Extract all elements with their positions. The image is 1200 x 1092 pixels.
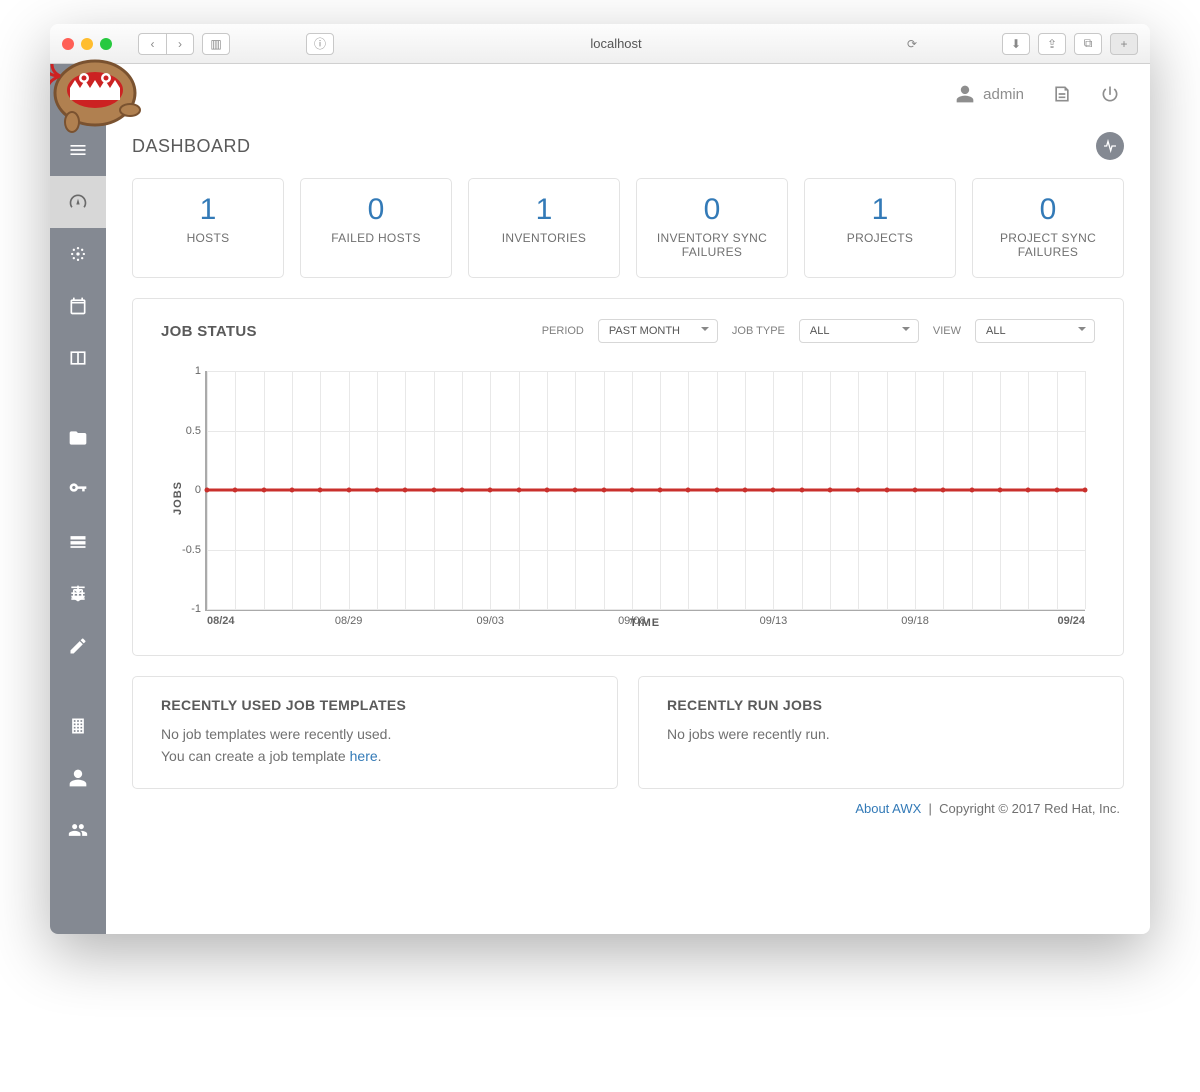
job-status-title: JOB STATUS bbox=[161, 323, 257, 340]
browser-address[interactable]: localhost bbox=[462, 36, 770, 51]
user-icon bbox=[955, 84, 975, 104]
chart-xtick: 09/24 bbox=[1057, 615, 1085, 627]
chart-ytick: -1 bbox=[167, 603, 201, 615]
sidebar-item-templates[interactable] bbox=[50, 620, 106, 672]
chart-ytick: 0 bbox=[167, 484, 201, 496]
browser-info-button[interactable]: ⓘ bbox=[306, 33, 334, 55]
chart-xtick: 09/18 bbox=[901, 615, 929, 627]
sidebar bbox=[50, 64, 106, 934]
chart-xtick: 09/08 bbox=[618, 615, 646, 627]
stat-label: PROJECT SYNC FAILURES bbox=[981, 231, 1115, 259]
chart-xtick: 08/24 bbox=[207, 615, 235, 627]
period-label: PERIOD bbox=[542, 325, 584, 337]
about-link[interactable]: About AWX bbox=[855, 801, 921, 816]
view-select[interactable]: ALL bbox=[975, 319, 1095, 343]
stat-label: INVENTORIES bbox=[477, 231, 611, 245]
stat-label: FAILED HOSTS bbox=[309, 231, 443, 245]
stat-card[interactable]: 1 INVENTORIES bbox=[468, 178, 620, 278]
recent-templates-panel: RECENTLY USED JOB TEMPLATES No job templ… bbox=[132, 676, 618, 789]
docs-icon[interactable] bbox=[1052, 84, 1072, 104]
awx-logo bbox=[50, 38, 150, 138]
job-status-panel: JOB STATUS PERIOD PAST MONTH JOB TYPE AL… bbox=[132, 298, 1124, 656]
sidebar-item-schedules[interactable] bbox=[50, 280, 106, 332]
activity-icon bbox=[1102, 138, 1118, 154]
user-menu[interactable]: admin bbox=[955, 84, 1024, 104]
chart-xtick: 09/03 bbox=[476, 615, 504, 627]
sidebar-item-dashboard[interactable] bbox=[50, 176, 106, 228]
chart-xtick: 08/29 bbox=[335, 615, 363, 627]
sidebar-item-jobs[interactable] bbox=[50, 228, 106, 280]
sidebar-item-portal[interactable] bbox=[50, 332, 106, 384]
sidebar-item-credentials[interactable] bbox=[50, 464, 106, 516]
period-select[interactable]: PAST MONTH bbox=[598, 319, 718, 343]
browser-sidebar-button[interactable]: ▥ bbox=[202, 33, 230, 55]
footer: About AWX | Copyright © 2017 Red Hat, In… bbox=[132, 789, 1124, 818]
stat-card[interactable]: 0 INVENTORY SYNC FAILURES bbox=[636, 178, 788, 278]
stat-card[interactable]: 1 HOSTS bbox=[132, 178, 284, 278]
chart-ytick: 1 bbox=[167, 365, 201, 377]
recent-jobs-panel: RECENTLY RUN JOBS No jobs were recently … bbox=[638, 676, 1124, 789]
recent-templates-empty-1: No job templates were recently used. bbox=[161, 726, 391, 742]
chart-ytick: -0.5 bbox=[167, 544, 201, 556]
browser-download-button[interactable]: ⬇ bbox=[1002, 33, 1030, 55]
sidebar-item-users[interactable] bbox=[50, 752, 106, 804]
top-bar: admin bbox=[50, 64, 1150, 124]
browser-reload-button[interactable]: ⟳ bbox=[898, 33, 926, 55]
sidebar-item-organizations[interactable] bbox=[50, 700, 106, 752]
stat-value: 0 bbox=[981, 193, 1115, 227]
job-status-chart: JOBS 10.50-0.5-108/2408/2909/0309/0809/1… bbox=[161, 361, 1095, 635]
stat-card[interactable]: 1 PROJECTS bbox=[804, 178, 956, 278]
stat-value: 1 bbox=[477, 193, 611, 227]
stat-card[interactable]: 0 FAILED HOSTS bbox=[300, 178, 452, 278]
browser-newtab-button[interactable]: + bbox=[1110, 33, 1138, 55]
stat-label: PROJECTS bbox=[813, 231, 947, 245]
username-label: admin bbox=[983, 86, 1024, 103]
recent-templates-empty-2: You can create a job template bbox=[161, 748, 350, 764]
create-template-link[interactable]: here bbox=[350, 748, 378, 764]
chart-ytick: 0.5 bbox=[167, 425, 201, 437]
stat-label: INVENTORY SYNC FAILURES bbox=[645, 231, 779, 259]
browser-tabs-button[interactable]: ⧉ bbox=[1074, 33, 1102, 55]
view-label: VIEW bbox=[933, 325, 961, 337]
recent-jobs-title: RECENTLY RUN JOBS bbox=[667, 697, 1095, 713]
power-icon[interactable] bbox=[1100, 84, 1120, 104]
browser-titlebar: ‹ › ▥ ⓘ localhost ⟳ ⬇ ⇪ ⧉ + bbox=[50, 24, 1150, 64]
stat-value: 1 bbox=[813, 193, 947, 227]
browser-share-button[interactable]: ⇪ bbox=[1038, 33, 1066, 55]
jobtype-label: JOB TYPE bbox=[732, 325, 785, 337]
sidebar-item-teams[interactable] bbox=[50, 804, 106, 856]
stat-label: HOSTS bbox=[141, 231, 275, 245]
sidebar-item-inventory-scripts[interactable] bbox=[50, 568, 106, 620]
browser-forward-button[interactable]: › bbox=[166, 33, 194, 55]
stats-row: 1 HOSTS 0 FAILED HOSTS 1 INVENTORIES 0 INVENTOR… bbox=[132, 178, 1124, 278]
chart-xtick: 09/13 bbox=[760, 615, 788, 627]
stat-card[interactable]: 0 PROJECT SYNC FAILURES bbox=[972, 178, 1124, 278]
sidebar-item-inventories[interactable] bbox=[50, 516, 106, 568]
stat-value: 0 bbox=[309, 193, 443, 227]
sidebar-item-projects[interactable] bbox=[50, 412, 106, 464]
activity-stream-button[interactable] bbox=[1096, 132, 1124, 160]
recent-jobs-empty: No jobs were recently run. bbox=[667, 723, 1095, 745]
stat-value: 0 bbox=[645, 193, 779, 227]
recent-templates-title: RECENTLY USED JOB TEMPLATES bbox=[161, 697, 589, 713]
stat-value: 1 bbox=[141, 193, 275, 227]
page-title: DASHBOARD bbox=[132, 136, 251, 157]
jobtype-select[interactable]: ALL bbox=[799, 319, 919, 343]
copyright-text: Copyright © 2017 Red Hat, Inc. bbox=[939, 801, 1120, 816]
